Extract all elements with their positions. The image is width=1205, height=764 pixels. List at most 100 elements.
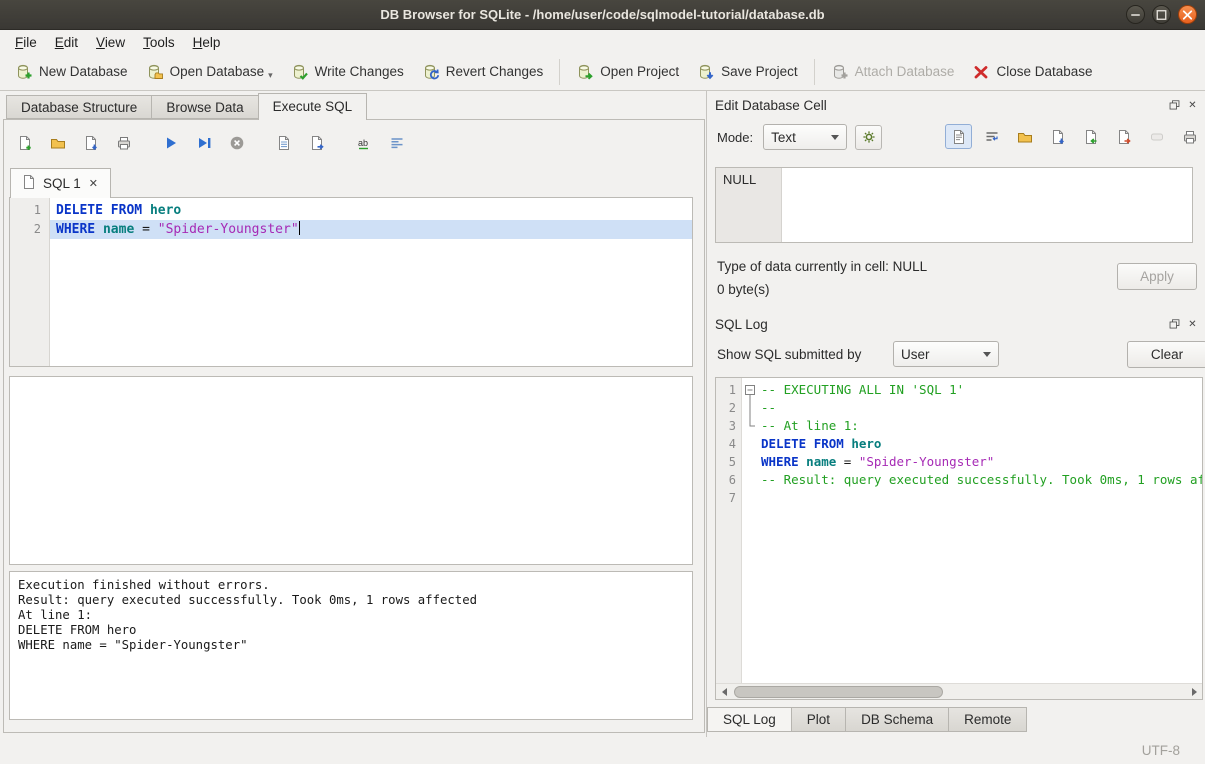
menu-view[interactable]: View [87,33,134,52]
text-cursor [299,221,301,235]
close-database-button[interactable]: Close Database [963,59,1101,85]
edit-cell-title: Edit Database Cell [715,98,827,113]
tab-execute-sql[interactable]: Execute SQL [258,93,368,120]
word-wrap-icon[interactable] [978,124,1005,149]
toolbar-button-label: Revert Changes [446,64,544,79]
tab-browse-data[interactable]: Browse Data [151,95,258,119]
stop-icon[interactable] [226,132,248,154]
dock-tab-db-schema[interactable]: DB Schema [845,707,949,732]
execute-sql-pane: ab SQL 1 ✕ 12 DELETE FROM heroWHERE name… [3,119,705,733]
export-results-icon[interactable] [273,132,295,154]
sql-tab-close-icon[interactable]: ✕ [87,177,100,190]
line-number: 4 [716,435,736,453]
open-tab-icon[interactable] [14,132,36,154]
menu-file[interactable]: File [6,33,46,52]
apply-button[interactable]: Apply [1117,263,1197,290]
close-panel-icon[interactable]: ✕ [1186,318,1199,331]
line-number: 3 [716,417,736,435]
log-line: -- At line 1: [757,417,1202,435]
log-code-area: -- EXECUTING ALL IN 'SQL 1'---- At line … [757,381,1202,507]
line-number: 7 [716,489,736,507]
chevron-down-icon [831,135,839,140]
toolbar-separator [559,59,560,85]
fold-marker [743,471,757,489]
open-database-button[interactable]: Open Database▾ [137,59,282,85]
write-changes-button[interactable]: Write Changes [282,59,413,85]
save-data-icon[interactable] [1044,124,1071,149]
minimize-button[interactable] [1126,5,1145,24]
scrollbar-track[interactable] [732,684,1186,700]
print-cell-icon[interactable] [1176,124,1203,149]
message-line: WHERE name = "Spider-Youngster" [18,638,684,653]
sql-tab[interactable]: SQL 1 ✕ [10,168,111,198]
toolbar-button-label: Attach Database [855,64,955,79]
import-data-icon[interactable] [1077,124,1104,149]
edit-cell-header: Edit Database Cell ✕ [715,96,1199,114]
menu-help[interactable]: Help [184,33,230,52]
chevron-down-icon [983,352,991,357]
close-panel-icon[interactable]: ✕ [1186,99,1199,112]
execute-all-icon[interactable] [160,132,182,154]
dropdown-caret-icon[interactable]: ▾ [268,70,273,81]
sql-log-view[interactable]: 1234567 -- EXECUTING ALL IN 'SQL 1'---- … [715,377,1203,700]
toolbar-button-label: New Database [39,64,128,79]
line-number: 2 [716,399,736,417]
cell-editor[interactable]: NULL [715,167,1193,243]
format-sql-icon[interactable] [386,132,408,154]
fold-collapse-icon[interactable] [743,381,757,399]
svg-text:ab: ab [358,138,368,148]
clear-log-button[interactable]: Clear [1127,341,1205,368]
text-mode-icon[interactable] [945,124,972,149]
maximize-button[interactable] [1152,5,1171,24]
revert-changes-icon [422,63,440,81]
editor-code-area[interactable]: DELETE FROM heroWHERE name = "Spider-You… [50,198,692,366]
set-null-icon[interactable] [1143,124,1170,149]
dock-tab-plot[interactable]: Plot [791,707,846,732]
submitter-select[interactable]: User [893,341,999,367]
fold-marker [743,453,757,471]
tab-database-structure[interactable]: Database Structure [6,95,152,119]
log-fold-markers[interactable] [743,381,757,507]
print-sql-icon[interactable] [113,132,135,154]
new-database-button[interactable]: New Database [6,59,137,85]
save-project-button[interactable]: Save Project [688,59,807,85]
open-data-icon[interactable] [1011,124,1038,149]
line-number: 6 [716,471,736,489]
scrollbar-thumb[interactable] [734,686,943,698]
open-sql-file-icon[interactable] [47,132,69,154]
save-results-icon[interactable] [306,132,328,154]
auto-mode-gear-button[interactable] [855,125,882,150]
message-line: Result: query executed successfully. Too… [18,593,684,608]
scroll-right-icon[interactable] [1186,684,1202,700]
cell-null-label: NULL [723,172,756,187]
close-database-icon [972,63,990,81]
close-button[interactable] [1178,5,1197,24]
fold-marker [743,435,757,453]
toolbar-button-label: Write Changes [315,64,404,79]
open-project-button[interactable]: Open Project [567,59,688,85]
new-database-icon [15,63,33,81]
scroll-left-icon[interactable] [716,684,732,700]
dock-tab-sql-log[interactable]: SQL Log [707,707,792,732]
save-project-icon [697,63,715,81]
results-grid[interactable] [9,376,693,565]
horizontal-scrollbar[interactable] [716,683,1202,699]
main-toolbar: New Database Open Database▾ Write Changes R… [0,53,1205,91]
find-replace-icon[interactable]: ab [353,132,375,154]
menu-tools[interactable]: Tools [134,33,184,52]
export-data-icon[interactable] [1110,124,1137,149]
revert-changes-button[interactable]: Revert Changes [413,59,553,85]
execute-current-line-icon[interactable] [193,132,215,154]
attach-database-button[interactable]: Attach Database [822,59,964,85]
mode-select[interactable]: Text [763,124,847,150]
save-sql-file-icon[interactable] [80,132,102,154]
dock-tab-remote[interactable]: Remote [948,707,1027,732]
float-panel-icon[interactable] [1168,99,1181,112]
mode-label: Mode: [717,130,753,145]
titlebar[interactable]: DB Browser for SQLite - /home/user/code/… [0,0,1205,30]
statusbar: UTF-8 [0,737,1205,764]
menu-edit[interactable]: Edit [46,33,87,52]
toolbar-separator [814,59,815,85]
sql-editor[interactable]: 12 DELETE FROM heroWHERE name = "Spider-… [9,197,693,367]
float-panel-icon[interactable] [1168,318,1181,331]
